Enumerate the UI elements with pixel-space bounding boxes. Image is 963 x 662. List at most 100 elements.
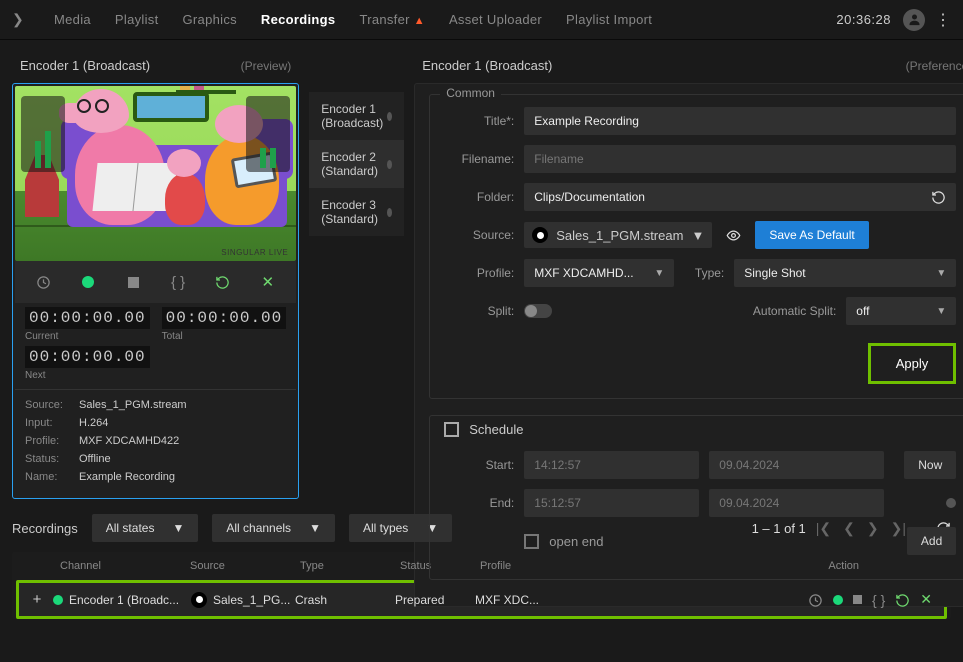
nav-asset-uploader[interactable]: Asset Uploader: [449, 12, 542, 27]
alert-icon: ▲: [414, 15, 425, 27]
nav-graphics[interactable]: Graphics: [183, 12, 237, 27]
col-channel: Channel: [60, 560, 190, 572]
encoder-label: Encoder 2 (Standard): [321, 150, 387, 178]
filter-channels[interactable]: All channels ▼: [212, 514, 335, 542]
autosplit-value: off: [856, 304, 869, 318]
status-dot-icon: [387, 160, 392, 169]
encoder-list: Encoder 1 (Broadcast) Encoder 2 (Standar…: [309, 92, 404, 236]
prefs-title: Encoder 1 (Broadcast): [422, 58, 552, 73]
row-speed-icon[interactable]: [808, 591, 823, 608]
row-actions: { } ✕: [808, 591, 936, 608]
encoder-label: Encoder 1 (Broadcast): [321, 102, 387, 130]
close-icon[interactable]: ✕: [255, 269, 281, 295]
folder-input[interactable]: [524, 183, 921, 211]
chevron-down-icon: ▼: [691, 228, 704, 243]
status-dot-icon: [387, 208, 392, 217]
prefs-subtitle: (Preferences): [906, 59, 963, 73]
braces-icon[interactable]: { }: [165, 269, 191, 295]
row-close-icon[interactable]: ✕: [920, 591, 932, 608]
prefs-panel: Common Title*: Filename: Folder:: [414, 83, 963, 607]
tc-current-label: Current: [25, 331, 150, 342]
preview-title: Encoder 1 (Broadcast): [20, 58, 150, 73]
recordings-title: Recordings: [12, 521, 78, 536]
start-time-input[interactable]: [524, 451, 699, 479]
prefs-header: Encoder 1 (Broadcast) (Preferences): [414, 52, 963, 83]
save-default-button[interactable]: Save As Default: [755, 221, 868, 249]
tc-total: 00:00:00.00: [162, 307, 287, 329]
row-status: Prepared: [395, 593, 475, 607]
now-button[interactable]: Now: [904, 451, 956, 479]
encoder-item-1[interactable]: Encoder 1 (Broadcast): [309, 92, 404, 140]
common-fieldset: Common Title*: Filename: Folder:: [429, 94, 963, 399]
vu-meter-left-icon: [21, 96, 65, 172]
encoder-item-3[interactable]: Encoder 3 (Standard): [309, 188, 404, 236]
eye-icon[interactable]: [722, 227, 745, 244]
filter-label: All channels: [226, 521, 291, 535]
source-select[interactable]: Sales_1_PGM.stream ▼: [524, 222, 712, 248]
encoder-label: Encoder 3 (Standard): [321, 198, 387, 226]
filter-label: All types: [363, 521, 408, 535]
autosplit-select[interactable]: off▼: [846, 297, 956, 325]
profile-select[interactable]: MXF XDCAMHD...▼: [524, 259, 674, 287]
nav-recordings[interactable]: Recordings: [261, 12, 336, 27]
open-end-label: open end: [549, 534, 603, 549]
nav-playlist[interactable]: Playlist: [115, 12, 159, 27]
restore-folder-icon[interactable]: [921, 189, 956, 206]
common-legend: Common: [440, 86, 501, 100]
video-preview[interactable]: SINGULAR LIVE: [15, 86, 296, 261]
meta-profile-k: Profile:: [25, 435, 79, 447]
schedule-checkbox[interactable]: [444, 422, 459, 437]
title-input[interactable]: [524, 107, 956, 135]
expand-row-icon[interactable]: +: [27, 591, 47, 608]
nav-transfer[interactable]: Transfer▲: [359, 12, 425, 27]
meta-input-v: H.264: [79, 417, 108, 429]
row-braces-icon[interactable]: { }: [872, 592, 885, 608]
open-end-checkbox[interactable]: [524, 534, 539, 549]
tc-next-label: Next: [25, 370, 150, 381]
top-nav: ❯ Media Playlist Graphics Recordings Tra…: [0, 0, 963, 40]
encoder-item-2[interactable]: Encoder 2 (Standard): [309, 140, 404, 188]
speed-icon[interactable]: [30, 269, 56, 295]
chevron-down-icon: ▼: [309, 521, 321, 535]
preview-subtitle: (Preview): [241, 59, 292, 73]
end-status-dot-icon: [946, 498, 956, 508]
live-dot-icon: [53, 595, 63, 605]
stop-button[interactable]: [120, 269, 146, 295]
row-profile: MXF XDC...: [475, 593, 665, 607]
end-date-input[interactable]: [709, 489, 884, 517]
title-label: Title*:: [444, 114, 514, 128]
type-label: Type:: [684, 266, 724, 280]
split-toggle[interactable]: [524, 304, 552, 318]
vu-meter-right-icon: [246, 96, 290, 172]
avatar-icon[interactable]: [903, 9, 925, 31]
col-source: Source: [190, 560, 300, 572]
filename-input[interactable]: [524, 145, 956, 173]
kebab-menu-icon[interactable]: ⋮: [935, 10, 951, 30]
type-value: Single Shot: [744, 266, 805, 280]
record-button[interactable]: [75, 269, 101, 295]
start-date-input[interactable]: [709, 451, 884, 479]
row-restore-icon[interactable]: [895, 591, 910, 608]
type-select[interactable]: Single Shot▼: [734, 259, 956, 287]
tc-next: 00:00:00.00: [25, 346, 150, 368]
row-stop-icon[interactable]: [853, 595, 862, 604]
profile-value: MXF XDCAMHD...: [534, 266, 633, 280]
nav-items: Media Playlist Graphics Recordings Trans…: [54, 12, 836, 27]
nav-playlist-import[interactable]: Playlist Import: [566, 12, 652, 27]
preview-header: Encoder 1 (Broadcast) (Preview): [12, 52, 299, 83]
source-label: Source:: [444, 228, 514, 242]
end-time-input[interactable]: [524, 489, 699, 517]
meta-source-k: Source:: [25, 399, 79, 411]
row-record-icon[interactable]: [833, 595, 843, 605]
row-channel: Encoder 1 (Broadc...: [69, 593, 191, 607]
split-label: Split:: [444, 304, 514, 318]
tc-total-label: Total: [162, 331, 287, 342]
nav-media[interactable]: Media: [54, 12, 91, 27]
status-dot-icon: [387, 112, 392, 121]
nav-back-chevron-icon[interactable]: ❯: [12, 11, 36, 28]
restore-icon[interactable]: [210, 269, 236, 295]
filter-states[interactable]: All states▼: [92, 514, 199, 542]
video-watermark: SINGULAR LIVE: [221, 248, 288, 257]
add-button[interactable]: Add: [907, 527, 956, 555]
apply-button[interactable]: Apply: [871, 346, 954, 381]
